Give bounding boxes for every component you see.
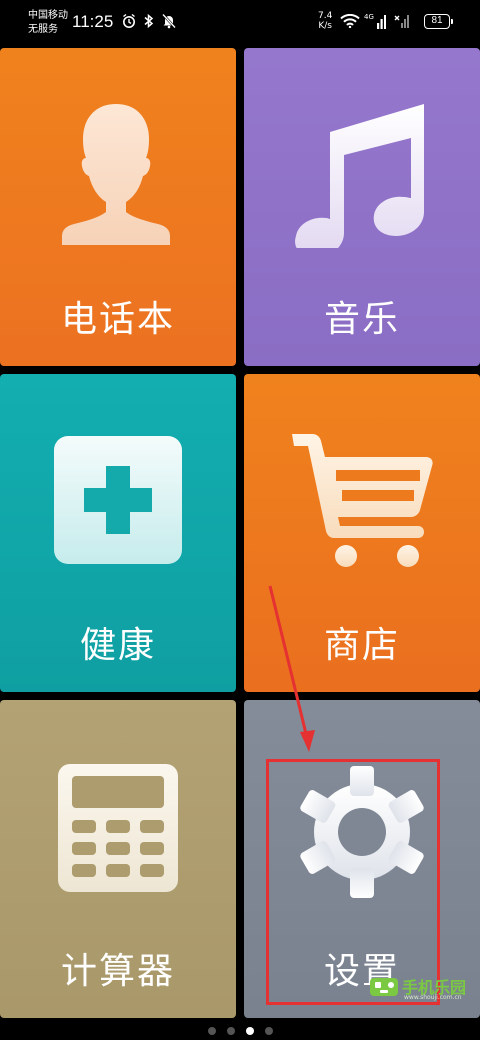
status-time: 11:25 xyxy=(72,12,114,31)
contact-person-icon xyxy=(62,104,170,245)
watermark: 手机乐园 www.shouji.com.cn xyxy=(368,972,474,1002)
shopping-cart-icon xyxy=(292,434,433,567)
page-indicator xyxy=(0,1024,480,1038)
wifi-icon xyxy=(340,14,360,28)
carrier-service: 无服务 xyxy=(28,24,58,35)
page-dot[interactable] xyxy=(207,1027,216,1035)
alarm-icon xyxy=(123,13,135,28)
watermark-url: www.shouji.com.cn xyxy=(404,994,462,1001)
health-plus-icon xyxy=(54,436,182,564)
annotation-highlight-box xyxy=(266,759,440,1005)
network-speed: 7.4 K/s xyxy=(318,11,332,31)
tile-label-music: 音乐 xyxy=(323,299,400,340)
annotation-arrow xyxy=(268,585,315,752)
cellular-indicator: 4G xyxy=(364,13,386,29)
tile-contacts[interactable]: 电话本 xyxy=(0,48,236,366)
tile-label-contacts: 电话本 xyxy=(60,299,175,340)
mute-bell-icon xyxy=(162,13,176,29)
watermark-logo-icon xyxy=(370,978,398,996)
page-dot-active[interactable] xyxy=(245,1027,254,1035)
bluetooth-icon xyxy=(144,13,154,29)
network-speed-value: 7.4 xyxy=(318,11,333,21)
tile-health[interactable]: 健康 xyxy=(0,374,236,692)
tile-label-health: 健康 xyxy=(79,625,156,666)
cellular-signal-icon xyxy=(377,15,386,29)
no-signal-icon xyxy=(394,15,409,28)
page-dot[interactable] xyxy=(226,1027,235,1035)
page-dot[interactable] xyxy=(264,1027,273,1035)
network-speed-unit: K/s xyxy=(318,21,332,31)
status-icons xyxy=(122,13,176,29)
status-bar: 中国移动 无服务 11:25 7.4 K/s 4G 81 xyxy=(0,0,480,44)
battery-indicator: 81 xyxy=(424,14,453,29)
carrier-info: 中国移动 无服务 xyxy=(28,9,68,37)
music-note-icon xyxy=(295,104,424,248)
carrier-name: 中国移动 xyxy=(28,10,68,21)
tile-calculator[interactable]: 计算器 xyxy=(0,700,236,1018)
tile-label-calculator: 计算器 xyxy=(60,951,175,992)
calculator-icon xyxy=(58,764,178,892)
tile-music[interactable]: 音乐 xyxy=(244,48,480,366)
